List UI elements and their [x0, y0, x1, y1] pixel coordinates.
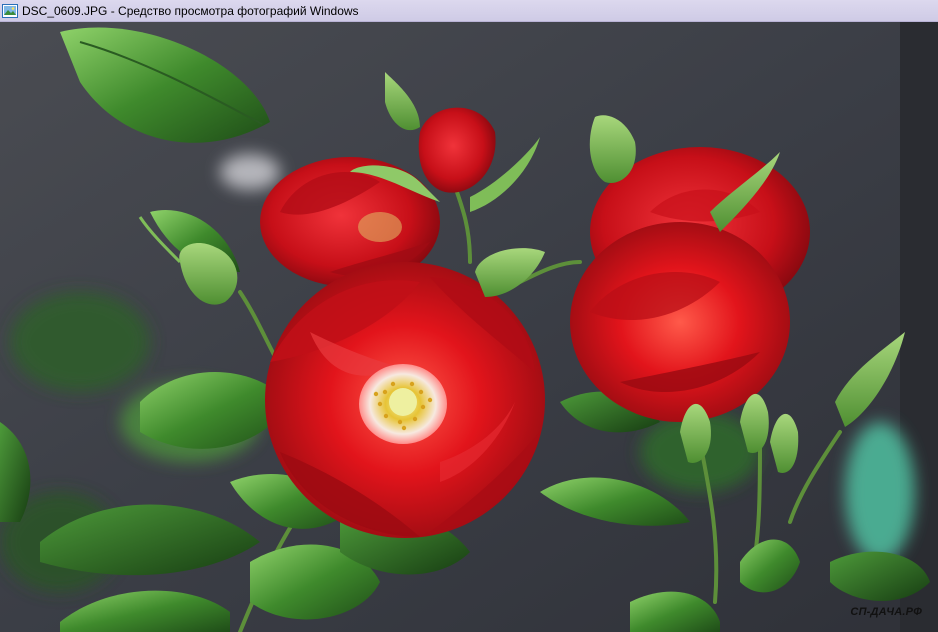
photo-canvas[interactable]: СП-ДАЧА.РФ: [0, 22, 938, 632]
rose-photo: [0, 22, 938, 632]
photo-viewer-window: DSC_0609.JPG - Средство просмотра фотогр…: [0, 0, 938, 632]
watermark: СП-ДАЧА.РФ: [850, 606, 922, 618]
title-bar[interactable]: DSC_0609.JPG - Средство просмотра фотогр…: [0, 0, 938, 22]
photo-viewer-icon[interactable]: [2, 3, 18, 18]
window-title: DSC_0609.JPG - Средство просмотра фотогр…: [22, 3, 359, 18]
